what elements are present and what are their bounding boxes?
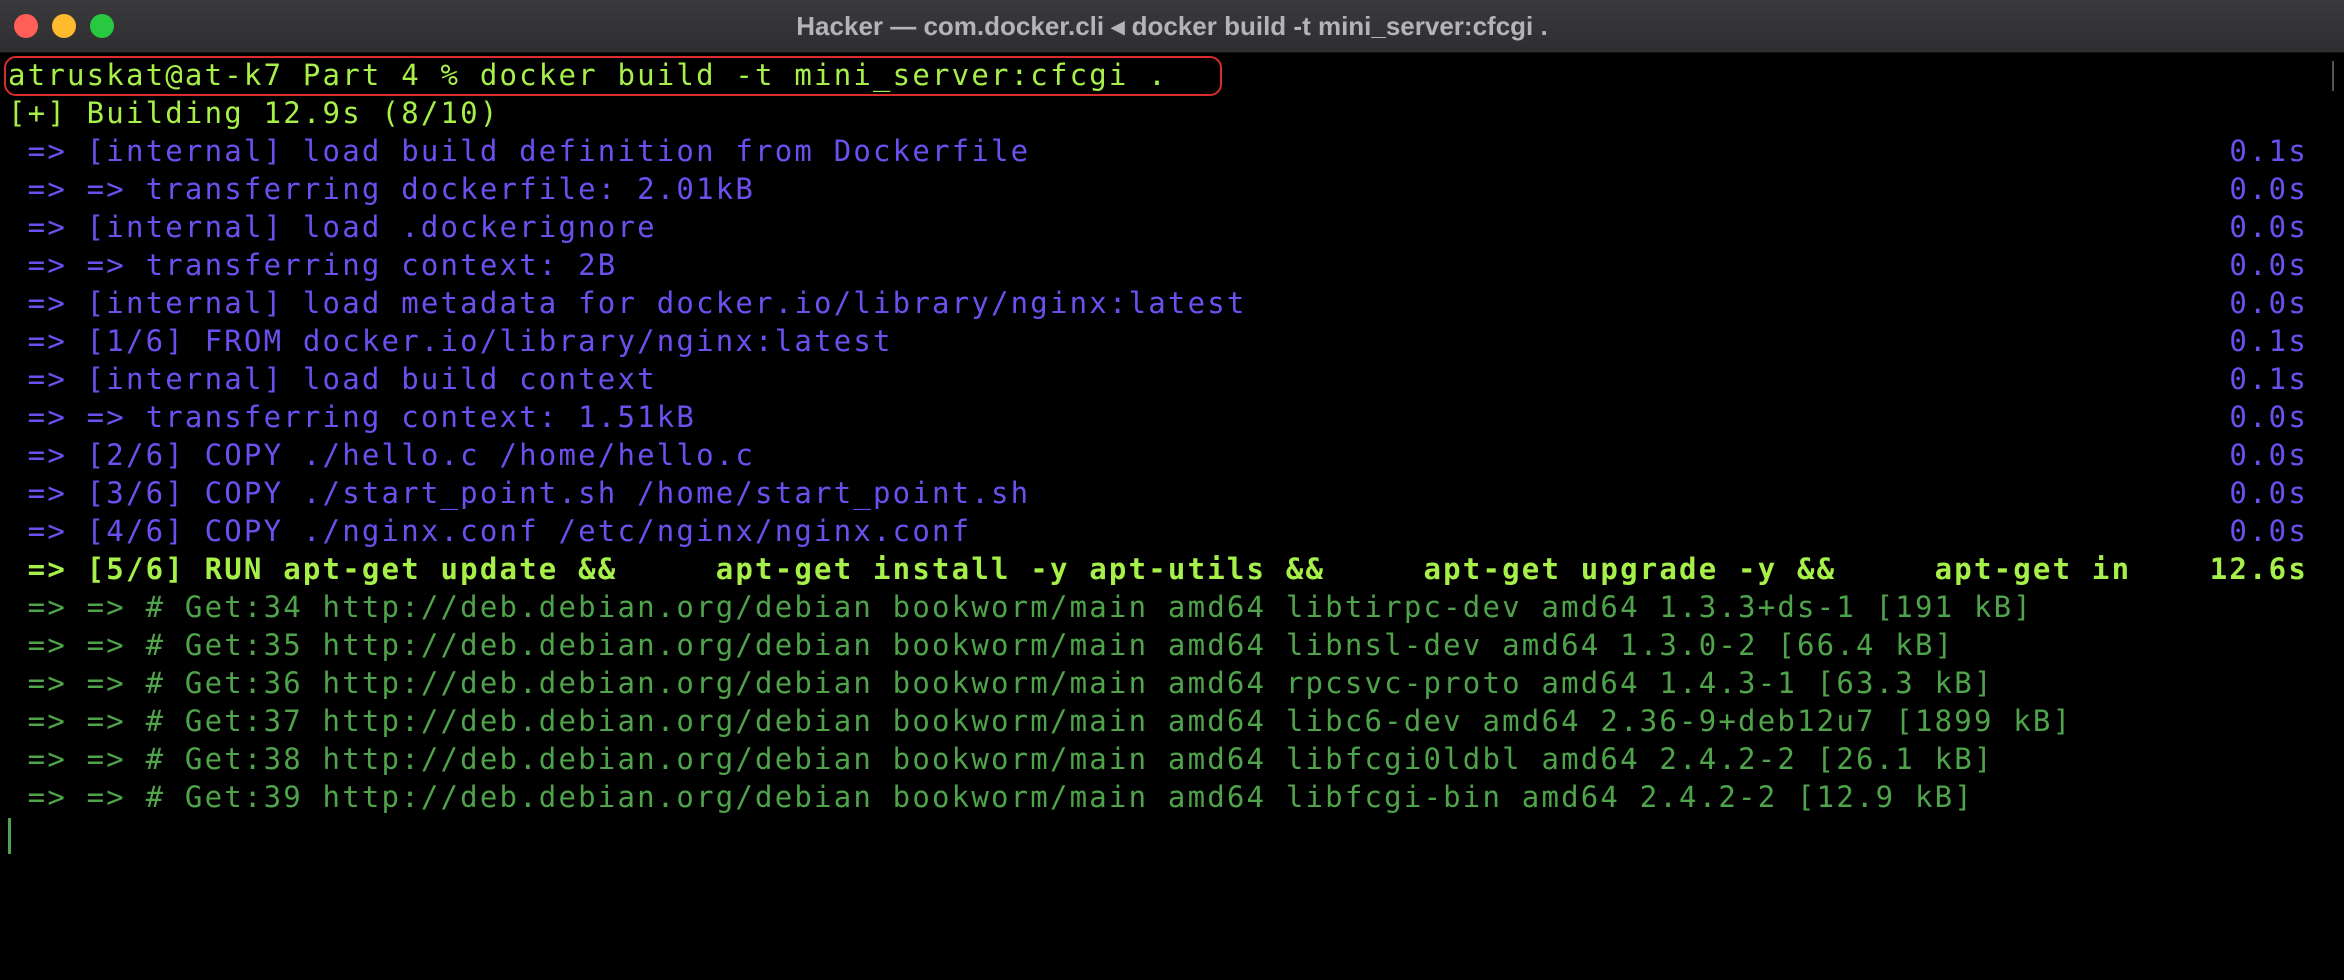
log-line: => => # Get:39 http://deb.debian.org/deb… [8,780,1974,814]
step-time: 0.0s [2229,476,2308,510]
step-text: => [4/6] COPY ./nginx.conf /etc/nginx/ng… [8,514,972,548]
active-step-time: 12.6s [2209,552,2308,586]
build-step: => => transferring context: 1.51kB 0.0s [8,398,2308,436]
log-line: => => # Get:37 http://deb.debian.org/deb… [8,704,2073,738]
window-title: Hacker — com.docker.cli ◂ docker build -… [796,11,1548,41]
active-step-text: => [5/6] RUN apt-get update && apt-get i… [8,552,2132,586]
step-time: 0.0s [2229,210,2308,244]
step-text: => => transferring context: 1.51kB [8,400,697,434]
step-time: 0.0s [2229,438,2308,472]
log-line: => => # Get:34 http://deb.debian.org/deb… [8,590,2033,624]
log-line: => => # Get:35 http://deb.debian.org/deb… [8,628,1955,662]
step-time: 0.0s [2229,286,2308,320]
step-time: 0.0s [2229,172,2308,206]
building-status: [+] Building 12.9s (8/10) [8,96,500,130]
step-text: => [internal] load build definition from… [8,134,1031,168]
terminal-output[interactable]: atruskat@at-k7 Part 4 % docker build -t … [0,53,2344,980]
scroll-marker [2328,61,2334,91]
build-step: => => transferring context: 2B 0.0s [8,246,2308,284]
build-step: => [1/6] FROM docker.io/library/nginx:la… [8,322,2308,360]
command-prompt-line: atruskat@at-k7 Part 4 % docker build -t … [8,58,1168,92]
build-step: => [4/6] COPY ./nginx.conf /etc/nginx/ng… [8,512,2308,550]
log-line: => => # Get:38 http://deb.debian.org/deb… [8,742,1994,776]
build-step: => [3/6] COPY ./start_point.sh /home/sta… [8,474,2308,512]
step-text: => [1/6] FROM docker.io/library/nginx:la… [8,324,893,358]
log-line: => => # Get:36 http://deb.debian.org/deb… [8,666,1994,700]
active-build-step: => [5/6] RUN apt-get update && apt-get i… [8,550,2308,588]
build-step: => [internal] load build definition from… [8,132,2308,170]
step-text: => [internal] load metadata for docker.i… [8,286,1247,320]
title-bar[interactable]: Hacker — com.docker.cli ◂ docker build -… [0,0,2344,53]
terminal-window: Hacker — com.docker.cli ◂ docker build -… [0,0,2344,980]
build-step: => [internal] load .dockerignore 0.0s [8,208,2308,246]
step-text: => [3/6] COPY ./start_point.sh /home/sta… [8,476,1031,510]
step-time: 0.1s [2229,134,2308,168]
step-time: 0.1s [2229,324,2308,358]
step-time: 0.1s [2229,362,2308,396]
step-text: => => transferring dockerfile: 2.01kB [8,172,756,206]
build-step: => [internal] load metadata for docker.i… [8,284,2308,322]
text-cursor [8,818,11,854]
step-time: 0.0s [2229,514,2308,548]
step-time: 0.0s [2229,248,2308,282]
step-text: => => transferring context: 2B [8,248,618,282]
build-step: => [2/6] COPY ./hello.c /home/hello.c 0.0… [8,436,2308,474]
step-time: 0.0s [2229,400,2308,434]
build-step: => => transferring dockerfile: 2.01kB 0.0… [8,170,2308,208]
build-step: => [internal] load build context 0.1s [8,360,2308,398]
step-text: => [2/6] COPY ./hello.c /home/hello.c [8,438,756,472]
step-text: => [internal] load .dockerignore [8,210,657,244]
step-text: => [internal] load build context [8,362,657,396]
